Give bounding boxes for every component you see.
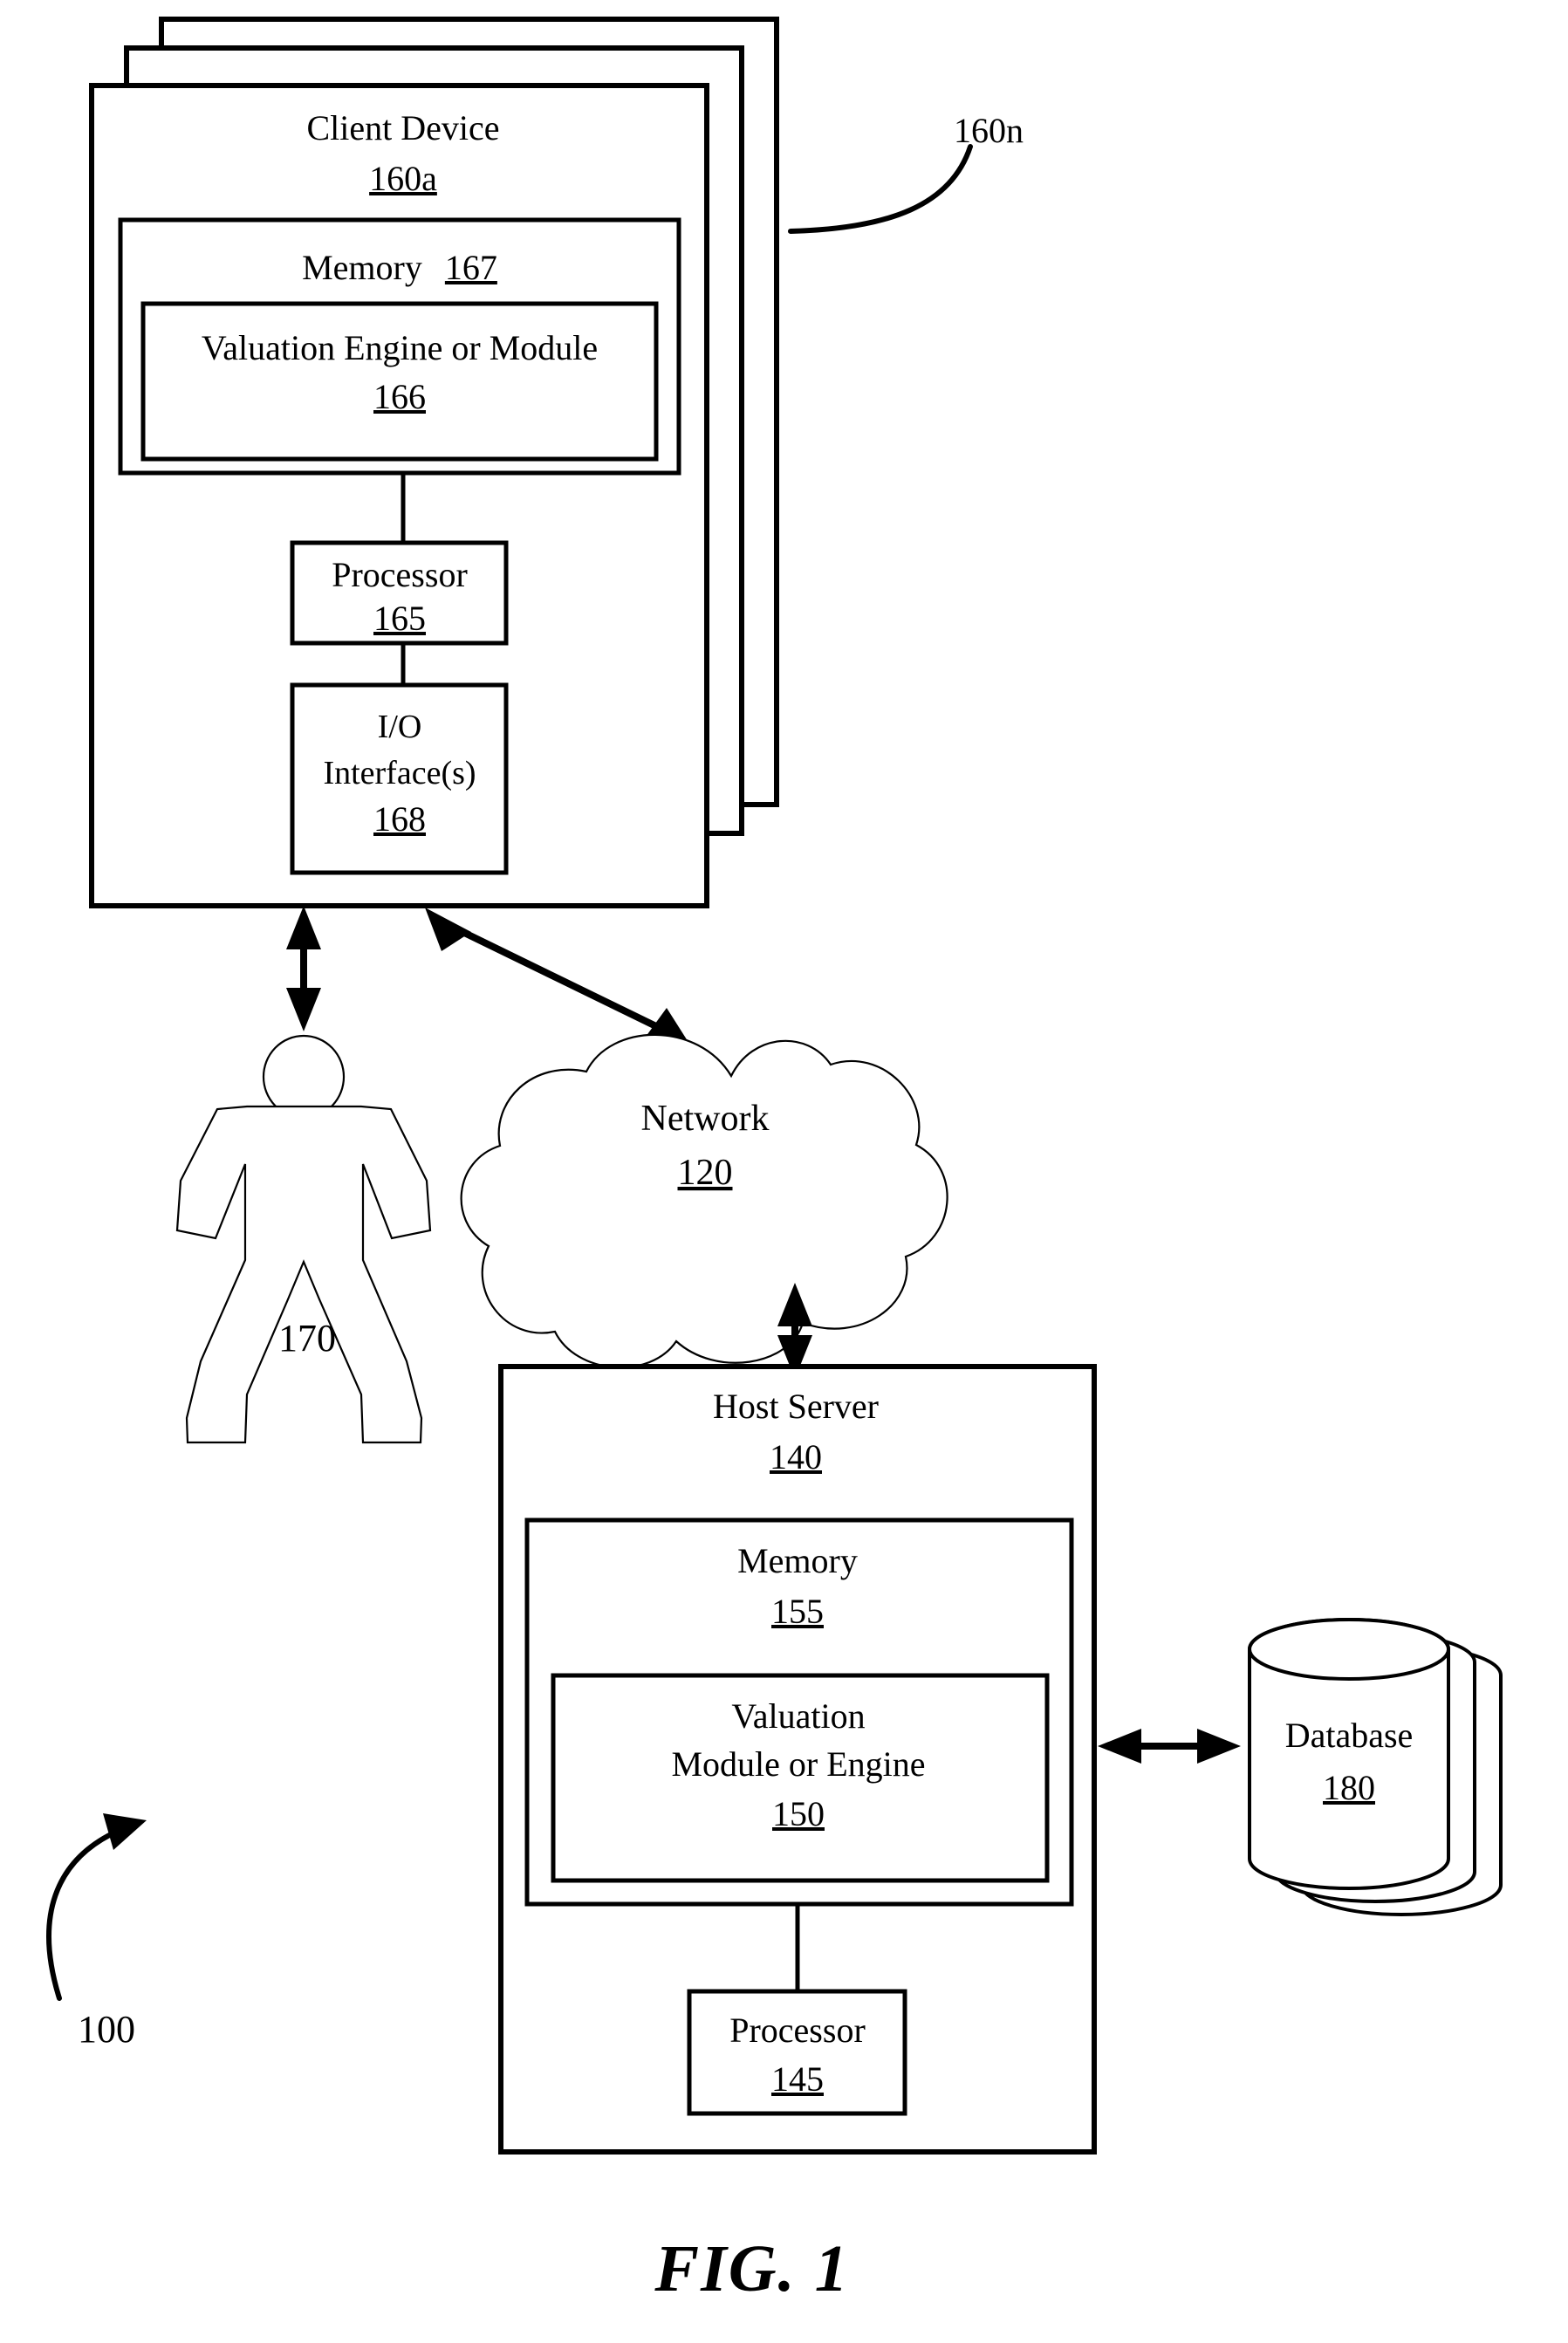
client-valuation-ref: 166 — [373, 377, 426, 416]
arrow-host-database-head-right — [1197, 1729, 1241, 1764]
database-title: Database — [1285, 1716, 1414, 1755]
host-valuation-title-line2: Module or Engine — [671, 1744, 925, 1784]
host-server-ref: 140 — [770, 1437, 822, 1476]
arrow-host-database-head-left — [1098, 1729, 1141, 1764]
client-processor-title: Processor — [332, 555, 468, 594]
host-processor-title: Processor — [729, 2011, 866, 2050]
network-title: Network — [641, 1099, 770, 1139]
client-memory-title: Memory — [302, 248, 422, 287]
client-io-ref: 168 — [373, 799, 426, 839]
arrow-user-client-head-down — [286, 988, 321, 1031]
client-io-title-line2: Interface(s) — [323, 755, 476, 791]
person-body — [175, 1105, 432, 1444]
database-ref: 180 — [1323, 1768, 1375, 1807]
person-icon — [175, 1034, 432, 1444]
host-valuation-ref: 150 — [772, 1794, 825, 1833]
client-device-ref: 160a — [369, 159, 437, 198]
network-cloud-shape — [460, 1033, 948, 1369]
cloud-icon — [460, 1033, 948, 1369]
figure-caption: FIG. 1 — [654, 2232, 849, 2305]
arrow-client-network-shaft — [452, 924, 665, 1033]
host-memory-ref: 155 — [771, 1592, 824, 1631]
user-ref-170: 170 — [278, 1317, 336, 1360]
figure-1-diagram: Client Device 160a Memory 167 Valuation … — [46, 17, 1503, 2305]
host-server-title: Host Server — [713, 1387, 879, 1426]
client-memory-title-group: Memory 167 — [302, 248, 497, 287]
host-processor-ref: 145 — [771, 2059, 824, 2099]
client-memory-ref: 167 — [445, 248, 497, 287]
arrow-client-network-head-upleft — [425, 908, 471, 951]
client-device-title: Client Device — [306, 108, 499, 147]
client-processor-ref: 165 — [373, 599, 426, 638]
callout-160n: 160n — [954, 111, 1024, 150]
arrow-user-client-head-up — [286, 906, 321, 949]
database-cylinder-top — [1248, 1618, 1450, 1681]
callout-leader-160n — [788, 144, 973, 234]
network-ref: 120 — [678, 1153, 733, 1193]
callout-100-arrowhead — [103, 1813, 147, 1850]
patent-figure: Client Device 160a Memory 167 Valuation … — [0, 0, 1568, 2343]
host-memory-title: Memory — [737, 1541, 858, 1580]
client-io-title-line1: I/O — [378, 709, 422, 745]
database-cylinder-icon — [1248, 1617, 1503, 1917]
callout-leader-100 — [46, 1826, 125, 2001]
client-valuation-title: Valuation Engine or Module — [202, 328, 598, 367]
system-ref-100: 100 — [78, 2008, 135, 2051]
host-valuation-title-line1: Valuation — [731, 1696, 865, 1736]
